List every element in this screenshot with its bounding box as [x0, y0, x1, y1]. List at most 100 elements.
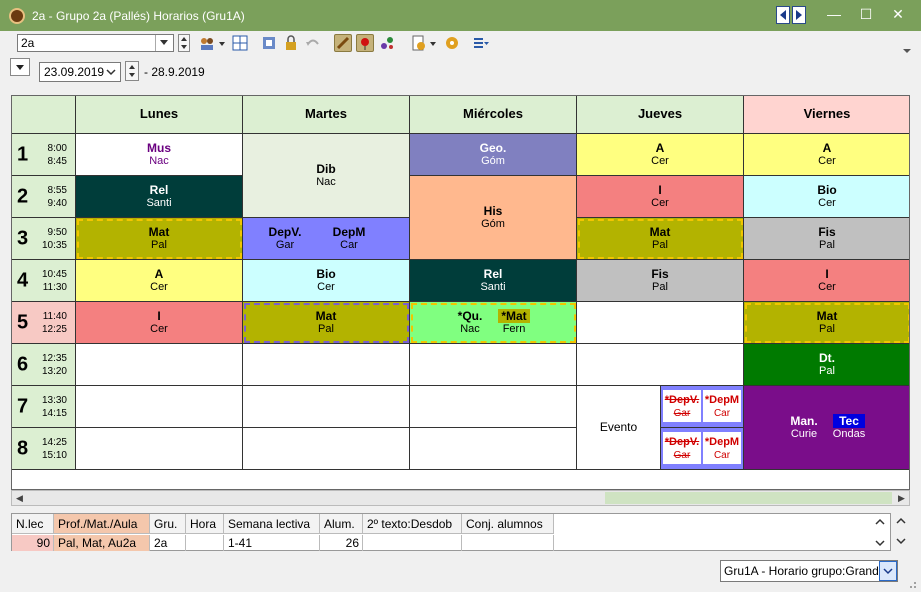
table-cell[interactable]	[462, 535, 554, 551]
day-header-viernes[interactable]: Viernes	[744, 96, 909, 134]
pin-icon[interactable]	[356, 34, 374, 52]
day-header-miercoles[interactable]: Miércoles	[410, 96, 577, 134]
empty-slot[interactable]	[76, 344, 243, 386]
column-header[interactable]: Gru.	[150, 514, 186, 534]
lesson-tue-1-2[interactable]: Dib Nac	[243, 134, 410, 218]
edit-pencil-icon[interactable]	[334, 34, 352, 52]
close-button[interactable]: ✕	[886, 4, 910, 24]
options-dropdown-button[interactable]	[10, 58, 30, 76]
column-header[interactable]: Semana lectiva	[224, 514, 320, 534]
settings-doc-icon[interactable]	[410, 34, 428, 52]
period-number: 1	[17, 143, 29, 165]
horizontal-scrollbar[interactable]: ◀ ▶	[11, 490, 910, 506]
table-cell[interactable]: 90	[12, 535, 54, 551]
lesson-fri-1[interactable]: A Cer	[744, 134, 909, 176]
lesson-mon-4[interactable]: A Cer	[76, 260, 243, 302]
column-header[interactable]: 2º texto:Desdob	[363, 514, 462, 534]
lesson-tue-4[interactable]: Bio Cer	[243, 260, 410, 302]
lesson-teacher: Pal	[819, 239, 835, 251]
empty-slot[interactable]	[410, 386, 577, 428]
dropdown-icon[interactable]	[218, 34, 226, 52]
lesson-thu-7[interactable]: *DepV. Gar *DepM Car	[661, 386, 744, 428]
chevron-down-icon[interactable]	[104, 65, 118, 79]
lesson-fri-6[interactable]: Dt. Pal	[744, 344, 909, 386]
maximize-button[interactable]: ☐	[854, 4, 878, 24]
lesson-teacher: Pal	[819, 323, 835, 335]
menu-icon[interactable]	[472, 34, 490, 52]
resize-grip-icon[interactable]	[907, 578, 917, 588]
previous-arrow-icon[interactable]	[776, 6, 790, 24]
table-cell[interactable]: 2a	[150, 535, 186, 551]
empty-slot[interactable]	[76, 428, 243, 470]
lesson-fri-2[interactable]: Bio Cer	[744, 176, 909, 218]
empty-slot[interactable]	[410, 344, 577, 386]
class-spinner[interactable]	[178, 34, 190, 52]
table-cell[interactable]: 1-41	[224, 535, 320, 551]
table-cell[interactable]: Pal, Mat, Au2a	[54, 535, 150, 551]
lesson-tue-3[interactable]: DepV. Gar DepM Car	[243, 218, 410, 260]
dropdown-icon-2[interactable]	[429, 34, 437, 52]
empty-slot[interactable]	[410, 428, 577, 470]
panel-expand-icon[interactable]	[894, 516, 908, 549]
lesson-thu-2[interactable]: I Cer	[577, 176, 744, 218]
week-start-date-picker[interactable]: 23.09.2019	[39, 62, 121, 82]
lesson-mon-3[interactable]: Mat Pal	[76, 218, 243, 260]
column-header[interactable]: Alum.	[320, 514, 363, 534]
column-header[interactable]: Hora	[186, 514, 224, 534]
table-cell[interactable]	[186, 535, 224, 551]
lesson-wed-5[interactable]: *Qu. Nac *Mat Fern	[410, 302, 577, 344]
export-icon[interactable]	[260, 34, 278, 52]
lesson-fri-5[interactable]: Mat Pal	[744, 302, 909, 344]
lesson-part: DepM Car	[317, 218, 381, 259]
minimize-button[interactable]: —	[822, 4, 846, 24]
empty-slot[interactable]	[76, 386, 243, 428]
lesson-wed-4[interactable]: Rel Santi	[410, 260, 577, 302]
lesson-thu-8[interactable]: *DepV. Gar *DepM Car	[661, 428, 744, 470]
column-header[interactable]: Prof./Mat./Aula	[54, 514, 150, 534]
view-select[interactable]: Gru1A - Horario grupo:Grande	[720, 560, 898, 582]
day-header-lunes[interactable]: Lunes	[76, 96, 243, 134]
undo-icon[interactable]	[304, 34, 322, 52]
lock-icon[interactable]	[282, 34, 300, 52]
scroll-left-icon[interactable]: ◀	[12, 491, 27, 505]
lesson-fri-4[interactable]: I Cer	[744, 260, 909, 302]
chevron-down-icon[interactable]	[155, 35, 173, 51]
lesson-wed-2-3[interactable]: His Góm	[410, 176, 577, 260]
molecule-icon[interactable]	[378, 34, 396, 52]
column-header[interactable]: Conj. alumnos	[462, 514, 554, 534]
lesson-mon-5[interactable]: I Cer	[76, 302, 243, 344]
lesson-thu-4[interactable]: Fis Pal	[577, 260, 744, 302]
column-header[interactable]: N.lec	[12, 514, 54, 534]
period-number: 7	[17, 395, 29, 417]
lesson-mon-2[interactable]: Rel Santi	[76, 176, 243, 218]
day-header-jueves[interactable]: Jueves	[577, 96, 744, 134]
lesson-subject: Man.	[790, 414, 818, 428]
table-cell[interactable]: 26	[320, 535, 363, 551]
table-cell[interactable]	[363, 535, 462, 551]
next-arrow-icon[interactable]	[792, 6, 806, 24]
empty-slot[interactable]	[577, 344, 744, 386]
lesson-wed-1[interactable]: Geo. Góm	[410, 134, 577, 176]
lesson-thu-3[interactable]: Mat Pal	[577, 218, 744, 260]
empty-slot[interactable]	[577, 302, 744, 344]
toolbar-expand-icon[interactable]	[902, 44, 912, 58]
lesson-fri-3[interactable]: Fis Pal	[744, 218, 909, 260]
week-spinner[interactable]	[125, 61, 139, 81]
empty-slot[interactable]	[243, 386, 410, 428]
teachers-icon[interactable]	[198, 34, 216, 52]
lesson-fri-7-8[interactable]: Man. Curie Tec Ondas	[744, 386, 909, 470]
chevron-down-icon[interactable]	[879, 561, 897, 581]
gear-icon[interactable]	[443, 34, 461, 52]
empty-slot[interactable]	[243, 344, 410, 386]
scrollbar-thumb[interactable]	[605, 492, 892, 504]
event-thu-7-8[interactable]: Evento	[577, 386, 661, 470]
empty-slot[interactable]	[243, 428, 410, 470]
class-select[interactable]: 2a	[17, 34, 174, 52]
lesson-thu-1[interactable]: A Cer	[577, 134, 744, 176]
layout-icon[interactable]	[231, 34, 249, 52]
scroll-right-icon[interactable]: ▶	[894, 491, 909, 505]
vertical-scrollbar[interactable]	[871, 514, 889, 550]
day-header-martes[interactable]: Martes	[243, 96, 410, 134]
lesson-mon-1[interactable]: Mus Nac	[76, 134, 243, 176]
lesson-tue-5[interactable]: Mat Pal	[243, 302, 410, 344]
